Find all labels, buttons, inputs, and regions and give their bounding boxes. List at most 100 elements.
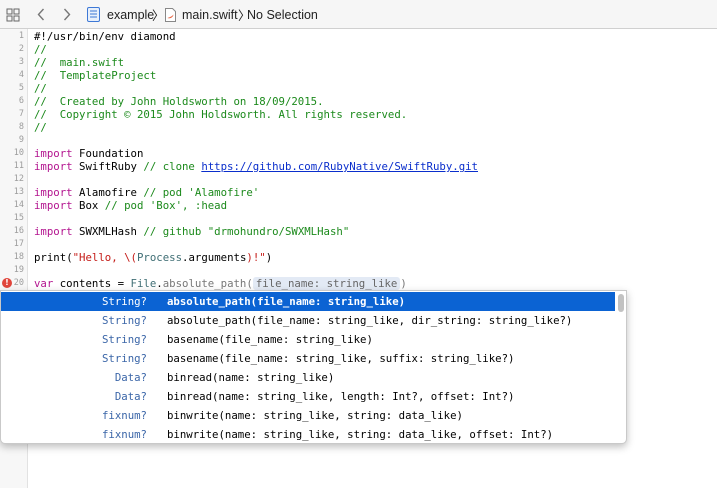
code-line[interactable]: 10 import Foundation — [0, 147, 717, 160]
code-text[interactable]: print("Hello, \(Process.arguments)!") — [34, 251, 272, 264]
autocomplete-item[interactable]: Data? binread(name: string_like, length: … — [1, 387, 615, 406]
code-line[interactable]: 2 // — [0, 43, 717, 56]
code-line[interactable]: 18 print("Hello, \(Process.arguments)!") — [0, 251, 717, 264]
parameter-placeholder[interactable]: file_name: string_like — [252, 277, 401, 290]
code-line[interactable]: 13 import Alamofire // pod 'Alamofire' — [0, 186, 717, 199]
code-line[interactable]: 17 — [0, 238, 717, 251]
breadcrumb-selection[interactable]: No Selection — [247, 0, 318, 29]
code-text[interactable]: // main.swift — [34, 56, 124, 69]
code-line[interactable]: 5 // — [0, 82, 717, 95]
code-token: import — [34, 225, 73, 238]
code-token: .arguments — [182, 251, 247, 264]
line-number: 12 — [13, 174, 24, 184]
code-token: var — [34, 277, 54, 290]
chevron-right-icon[interactable] — [60, 0, 74, 29]
code-line[interactable]: 14 import Box // pod 'Box', :head — [0, 199, 717, 212]
line-number: 5 — [18, 83, 24, 93]
code-text[interactable]: import Foundation — [34, 147, 143, 160]
completion-return-type: String? — [101, 295, 147, 308]
code-token: )!" — [246, 251, 266, 264]
code-token: Process — [136, 251, 183, 264]
autocomplete-item[interactable]: String? absolute_path(file_name: string_l… — [1, 292, 615, 311]
code-token: Alamofire — [72, 186, 144, 199]
completion-return-type: fixnum? — [101, 428, 147, 441]
code-text[interactable]: // — [34, 43, 47, 56]
code-text[interactable]: // — [34, 82, 47, 95]
code-token: import — [34, 199, 73, 212]
code-text[interactable]: // — [34, 121, 47, 134]
line-number: 9 — [18, 135, 24, 145]
breadcrumb-project[interactable]: example — [107, 0, 154, 29]
completion-return-type: String? — [101, 352, 147, 365]
line-number: 18 — [13, 252, 24, 262]
code-line[interactable]: 7 // Copyright © 2015 John Holdsworth. Al… — [0, 108, 717, 121]
code-line[interactable]: ! 20 var contents = File.absolute_path(fil… — [0, 277, 717, 290]
code-token: "Hello, \( — [72, 251, 137, 264]
code-line[interactable]: 3 // main.swift — [0, 56, 717, 69]
chevron-left-icon[interactable] — [34, 0, 48, 29]
code-token: import — [34, 186, 73, 199]
code-text[interactable]: #!/usr/bin/env diamond — [34, 30, 176, 43]
autocomplete-popup[interactable]: String? absolute_path(file_name: string_l… — [0, 290, 627, 444]
code-text[interactable]: import Box // pod 'Box', :head — [34, 199, 227, 212]
jump-bar: example 〉 main.swift 〉 No Selection — [0, 0, 717, 29]
autocomplete-item[interactable]: fixnum? binwrite(name: string_like, strin… — [1, 406, 615, 425]
autocomplete-item[interactable]: fixnum? binwrite(name: string_like, strin… — [1, 425, 615, 443]
code-line[interactable]: 8 // — [0, 121, 717, 134]
autocomplete-item[interactable]: String? basename(file_name: string_like, … — [1, 349, 615, 368]
code-token[interactable]: https://github.com/RubyNative/SwiftRuby.… — [201, 160, 478, 173]
autocomplete-item[interactable]: String? basename(file_name: string_like) — [1, 330, 615, 349]
line-number: 16 — [13, 226, 24, 236]
code-text[interactable]: import SWXMLHash // github "drmohundro/S… — [34, 225, 349, 238]
xcode-project-icon — [87, 0, 101, 29]
code-line[interactable]: 4 // TemplateProject — [0, 69, 717, 82]
code-line[interactable]: 1 #!/usr/bin/env diamond — [0, 30, 717, 43]
code-token: // Created by John Holdsworth on 18/09/2… — [34, 95, 324, 108]
code-text[interactable]: import SwiftRuby // clone https://github… — [34, 160, 478, 173]
code-line[interactable]: 6 // Created by John Holdsworth on 18/09/… — [0, 95, 717, 108]
code-token: // — [34, 82, 47, 95]
autocomplete-item[interactable]: Data? binread(name: string_like) — [1, 368, 615, 387]
code-token: absolute_path — [162, 277, 247, 290]
code-token: #!/usr/bin/env diamond — [34, 30, 176, 43]
code-token: // — [34, 43, 47, 56]
code-text[interactable]: // TemplateProject — [34, 69, 156, 82]
completion-return-type: String? — [101, 314, 147, 327]
code-line[interactable]: 15 — [0, 212, 717, 225]
completion-return-type: String? — [101, 333, 147, 346]
code-text[interactable]: // Created by John Holdsworth on 18/09/2… — [34, 95, 324, 108]
code-line[interactable]: 11 import SwiftRuby // clone https://gith… — [0, 160, 717, 173]
code-text[interactable]: var contents = File.absolute_path(file_n… — [34, 277, 407, 290]
code-line[interactable]: 16 import SWXMLHash // github "drmohundro… — [0, 225, 717, 238]
completion-signature: absolute_path(file_name: string_like, di… — [167, 314, 573, 327]
code-token: // main.swift — [34, 56, 125, 69]
code-line[interactable]: 19 — [0, 264, 717, 277]
code-token: ) — [265, 251, 273, 264]
line-number: 1 — [18, 31, 24, 41]
scrollbar-thumb[interactable] — [618, 294, 624, 312]
code-token: // pod 'Alamofire' — [143, 186, 260, 199]
line-number: 3 — [18, 57, 24, 67]
completion-signature: binread(name: string_like, length: Int?,… — [167, 390, 515, 403]
grid-icon[interactable] — [6, 0, 24, 29]
code-token: // pod 'Box', :head — [104, 199, 228, 212]
code-line[interactable]: 12 — [0, 173, 717, 186]
code-token: ( — [246, 277, 253, 290]
autocomplete-item[interactable]: String? absolute_path(file_name: string_l… — [1, 311, 615, 330]
line-number: 6 — [18, 96, 24, 106]
line-number: 7 — [18, 109, 24, 119]
line-number: 17 — [13, 239, 24, 249]
code-line[interactable]: 9 — [0, 134, 717, 147]
code-token: // TemplateProject — [34, 69, 157, 82]
completion-signature: binwrite(name: string_like, string: data… — [167, 428, 554, 441]
code-text[interactable]: import Alamofire // pod 'Alamofire' — [34, 186, 259, 199]
line-number: 10 — [13, 148, 24, 158]
code-token: Foundation — [72, 147, 144, 160]
code-text[interactable]: // Copyright © 2015 John Holdsworth. All… — [34, 108, 407, 121]
code-token: SwiftRuby — [72, 160, 144, 173]
code-token: // — [34, 121, 47, 134]
completion-signature: absolute_path(file_name: string_like) — [167, 292, 405, 311]
breadcrumb-file[interactable]: main.swift — [182, 0, 238, 29]
autocomplete-scrollbar[interactable] — [615, 291, 626, 443]
line-number: 15 — [13, 213, 24, 223]
